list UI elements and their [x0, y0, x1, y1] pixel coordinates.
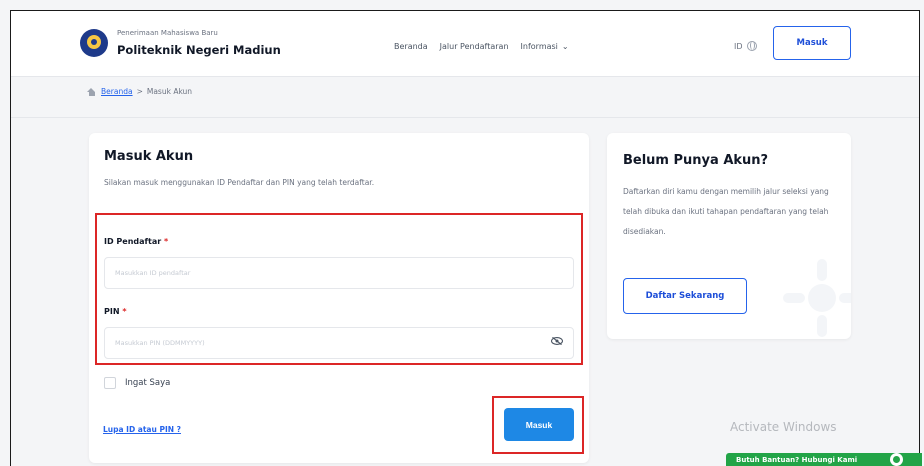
- login-title: Masuk Akun: [104, 149, 194, 164]
- language-code: ID: [734, 41, 743, 51]
- help-chat-text: Butuh Bantuan? Hubungi Kami: [736, 456, 858, 464]
- brand-title[interactable]: Politeknik Negeri Madiun: [117, 43, 281, 57]
- register-title: Belum Punya Akun?: [623, 153, 769, 168]
- remember-me-checkbox[interactable]: [104, 377, 116, 389]
- pin-label: PIN *: [104, 307, 127, 316]
- brand-subtitle: Penerimaan Mahasiswa Baru: [117, 29, 218, 37]
- register-card: Belum Punya Akun? Daftarkan diri kamu de…: [607, 133, 851, 339]
- whatsapp-icon: [890, 453, 903, 466]
- nav-login-button[interactable]: Masuk: [773, 26, 851, 60]
- breadcrumb: Beranda > Masuk Akun: [87, 87, 192, 96]
- decorative-pattern-icon: [783, 259, 851, 337]
- breadcrumb-current: Masuk Akun: [146, 87, 193, 96]
- breadcrumb-home[interactable]: Beranda: [101, 87, 133, 96]
- divider: [11, 117, 919, 118]
- top-navbar: Penerimaan Mahasiswa Baru Politeknik Neg…: [11, 11, 919, 77]
- remember-me-label[interactable]: Ingat Saya: [125, 378, 170, 388]
- login-subtitle: Silakan masuk menggunakan ID Pendaftar d…: [104, 178, 375, 187]
- login-card: Masuk Akun Silakan masuk menggunakan ID …: [89, 133, 589, 463]
- globe-icon: [746, 41, 757, 51]
- home-icon: [87, 87, 96, 96]
- help-chat-button[interactable]: Butuh Bantuan? Hubungi Kami: [726, 453, 922, 466]
- breadcrumb-separator: >: [136, 87, 143, 96]
- forgot-id-pin-link[interactable]: Lupa ID atau PIN ?: [103, 425, 181, 434]
- nav-informasi[interactable]: Informasi ⌄: [521, 42, 569, 51]
- language-switcher[interactable]: ID: [734, 41, 757, 51]
- pin-input[interactable]: [104, 327, 574, 359]
- nav-jalur-pendaftaran[interactable]: Jalur Pendaftaran: [440, 42, 509, 51]
- login-submit-button[interactable]: Masuk: [504, 408, 574, 441]
- chevron-down-icon: ⌄: [561, 42, 569, 51]
- nav-links: Beranda Jalur Pendaftaran Informasi ⌄: [394, 42, 569, 51]
- nav-beranda[interactable]: Beranda: [394, 42, 428, 51]
- nav-informasi-label: Informasi: [520, 42, 558, 51]
- id-pendaftar-input[interactable]: [104, 257, 574, 289]
- id-pendaftar-label: ID Pendaftar *: [104, 237, 168, 246]
- register-description: Daftarkan diri kamu dengan memilih jalur…: [623, 187, 829, 236]
- eye-slash-icon[interactable]: [551, 337, 563, 345]
- required-mark: *: [122, 307, 127, 316]
- register-now-button[interactable]: Daftar Sekarang: [623, 278, 747, 314]
- id-pendaftar-label-text: ID Pendaftar: [104, 237, 162, 246]
- activate-windows-watermark: Activate Windows: [730, 420, 837, 434]
- pnm-logo-icon[interactable]: [80, 29, 108, 57]
- required-mark: *: [163, 237, 169, 246]
- browser-frame: Penerimaan Mahasiswa Baru Politeknik Neg…: [10, 10, 920, 466]
- pin-label-text: PIN: [104, 307, 120, 316]
